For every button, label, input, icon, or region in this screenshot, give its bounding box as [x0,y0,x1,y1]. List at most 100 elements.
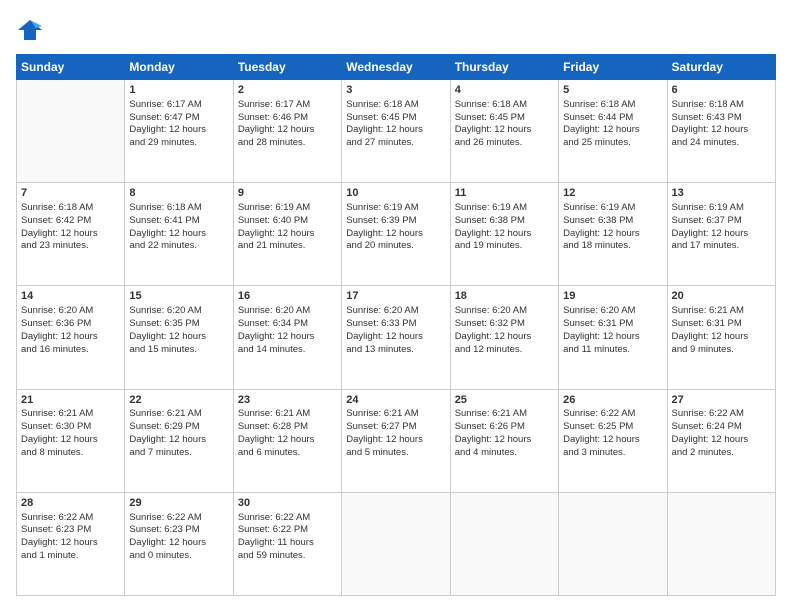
day-info-line: Daylight: 12 hours [455,434,554,447]
day-info-line: Sunrise: 6:17 AM [238,99,337,112]
day-info-line: Daylight: 12 hours [129,228,228,241]
day-info-line: and 19 minutes. [455,240,554,253]
day-info-line: Sunset: 6:22 PM [238,524,337,537]
day-info-line: Sunset: 6:45 PM [346,112,445,125]
day-info-line: Daylight: 12 hours [672,124,771,137]
day-info-line: and 59 minutes. [238,550,337,563]
week-row-5: 28 Sunrise: 6:22 AM Sunset: 6:23 PM Dayligh… [17,492,776,595]
day-cell: 13Sunrise: 6:19 AMSunset: 6:37 PMDayligh… [667,183,775,286]
day-cell: 24Sunrise: 6:21 AMSunset: 6:27 PMDayligh… [342,389,450,492]
day-info-line: Sunset: 6:34 PM [238,318,337,331]
day-info-line: Sunrise: 6:21 AM [129,408,228,421]
day-info-line: and 4 minutes. [455,447,554,460]
col-header-monday: Monday [125,55,233,80]
day-info-line: Daylight: 12 hours [672,228,771,241]
day-info-line: Sunrise: 6:22 AM [672,408,771,421]
week-row-3: 14Sunrise: 6:20 AMSunset: 6:36 PMDayligh… [17,286,776,389]
day-cell: 25Sunrise: 6:21 AMSunset: 6:26 PMDayligh… [450,389,558,492]
day-number: 1 [129,83,228,98]
day-info-line: and 29 minutes. [129,137,228,150]
day-number: 9 [238,186,337,201]
day-number: 12 [563,186,662,201]
day-info-line: and 3 minutes. [563,447,662,460]
day-number: 8 [129,186,228,201]
day-info-line: Sunset: 6:46 PM [238,112,337,125]
day-number: 26 [563,393,662,408]
day-cell: 10Sunrise: 6:19 AMSunset: 6:39 PMDayligh… [342,183,450,286]
day-number: 25 [455,393,554,408]
day-cell [17,80,125,183]
day-number: 5 [563,83,662,98]
day-info-line: and 9 minutes. [672,344,771,357]
day-cell: 26Sunrise: 6:22 AMSunset: 6:25 PMDayligh… [559,389,667,492]
day-number: 16 [238,289,337,304]
day-info-line: and 13 minutes. [346,344,445,357]
day-info-line: Sunset: 6:31 PM [672,318,771,331]
day-info-line: and 17 minutes. [672,240,771,253]
day-info-line: Daylight: 12 hours [129,124,228,137]
day-info-line: Sunset: 6:42 PM [21,215,120,228]
day-info-line: and 24 minutes. [672,137,771,150]
day-info-line: Daylight: 12 hours [238,228,337,241]
day-info-line: Sunrise: 6:19 AM [563,202,662,215]
day-info-line: and 15 minutes. [129,344,228,357]
day-number: 19 [563,289,662,304]
day-info-line: Sunrise: 6:22 AM [238,512,337,525]
day-cell: 14Sunrise: 6:20 AMSunset: 6:36 PMDayligh… [17,286,125,389]
day-info-line: Daylight: 12 hours [346,228,445,241]
day-info-line: and 0 minutes. [129,550,228,563]
day-info-line: Sunrise: 6:21 AM [455,408,554,421]
day-info-line: Sunset: 6:35 PM [129,318,228,331]
day-info-line: and 2 minutes. [672,447,771,460]
col-header-saturday: Saturday [667,55,775,80]
day-info-line: and 26 minutes. [455,137,554,150]
day-info-line: Daylight: 12 hours [129,537,228,550]
day-info-line: Sunset: 6:38 PM [563,215,662,228]
day-info-line: Sunset: 6:27 PM [346,421,445,434]
day-info-line: and 11 minutes. [563,344,662,357]
day-info-line: and 14 minutes. [238,344,337,357]
day-info-line: Sunrise: 6:21 AM [238,408,337,421]
day-cell: 3Sunrise: 6:18 AMSunset: 6:45 PMDaylight… [342,80,450,183]
day-number: 13 [672,186,771,201]
day-cell: 12Sunrise: 6:19 AMSunset: 6:38 PMDayligh… [559,183,667,286]
day-info-line: Sunset: 6:30 PM [21,421,120,434]
day-info-line: Sunset: 6:23 PM [21,524,120,537]
day-cell: 18Sunrise: 6:20 AMSunset: 6:32 PMDayligh… [450,286,558,389]
day-cell [342,492,450,595]
day-info-line: Sunrise: 6:18 AM [21,202,120,215]
day-cell: 28Sunrise: 6:22 AMSunset: 6:23 PMDayligh… [17,492,125,595]
day-cell: 29Sunrise: 6:22 AMSunset: 6:23 PMDayligh… [125,492,233,595]
day-info-line: Daylight: 12 hours [129,331,228,344]
day-cell: 27Sunrise: 6:22 AMSunset: 6:24 PMDayligh… [667,389,775,492]
day-info-line: Daylight: 12 hours [21,228,120,241]
day-info-line: Sunset: 6:26 PM [455,421,554,434]
day-number: 29 [129,496,228,511]
day-number: 11 [455,186,554,201]
day-info-line: Daylight: 12 hours [455,124,554,137]
day-info-line: Daylight: 12 hours [21,331,120,344]
day-info-line: Daylight: 12 hours [672,331,771,344]
day-info-line: Sunrise: 6:19 AM [238,202,337,215]
day-info-line: and 12 minutes. [455,344,554,357]
day-cell: 2Sunrise: 6:17 AMSunset: 6:46 PMDaylight… [233,80,341,183]
day-number: 6 [672,83,771,98]
day-info-line: Sunset: 6:41 PM [129,215,228,228]
day-info-line: Sunrise: 6:17 AM [129,99,228,112]
day-info-line: and 16 minutes. [21,344,120,357]
day-info-line: Daylight: 12 hours [563,228,662,241]
day-info-line: Sunset: 6:28 PM [238,421,337,434]
day-info-line: Sunset: 6:40 PM [238,215,337,228]
day-cell: 19Sunrise: 6:20 AMSunset: 6:31 PMDayligh… [559,286,667,389]
day-info-line: Sunrise: 6:18 AM [563,99,662,112]
day-info-line: and 25 minutes. [563,137,662,150]
day-number: 7 [21,186,120,201]
day-info-line: Sunrise: 6:18 AM [455,99,554,112]
day-cell: 21Sunrise: 6:21 AMSunset: 6:30 PMDayligh… [17,389,125,492]
day-cell: 23Sunrise: 6:21 AMSunset: 6:28 PMDayligh… [233,389,341,492]
day-info-line: Sunset: 6:29 PM [129,421,228,434]
day-number: 28 [21,496,120,511]
day-info-line: and 21 minutes. [238,240,337,253]
day-info-line: Sunrise: 6:20 AM [455,305,554,318]
day-number: 4 [455,83,554,98]
